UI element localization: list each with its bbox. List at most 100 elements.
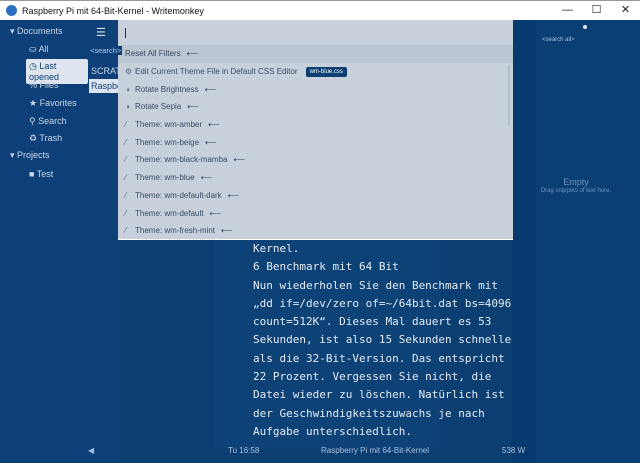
app-logo-icon: [6, 5, 17, 16]
palette-item-label: Rotate Sepia: [135, 102, 182, 112]
close-button[interactable]: ✕: [611, 1, 640, 20]
brush-icon: ⁄: [125, 226, 127, 236]
palette-item[interactable]: Reset All Filters ⟵: [118, 45, 513, 63]
arrow-left-icon: ⟵: [187, 102, 199, 112]
sidebar-item-favorites[interactable]: ★ Favorites: [26, 96, 80, 111]
palette-item-label: Theme: wm-beige: [135, 137, 200, 147]
brush-icon: ⁄: [125, 120, 127, 130]
text-line: Nun wiederholen Sie den Benchmark mit: [253, 278, 499, 292]
palette-item-label: Theme: wm-default: [135, 208, 204, 218]
file-item[interactable]: Raspberry: [89, 79, 118, 93]
contrast-icon: ◑: [125, 84, 130, 94]
command-palette: Reset All Filters ⟵ ⚙ Edit Current Theme Fi…: [118, 20, 513, 240]
editor-text[interactable]: Kernel. 6 Benchmark mit 64 Bit Nun wiederh…: [253, 240, 518, 441]
file-list: SCRATCH Raspberry: [88, 20, 118, 463]
text-line: 6 Benchmark mit 64 Bit: [253, 260, 399, 274]
project-item-test[interactable]: ■ Test: [26, 167, 56, 181]
arrow-left-icon: ⟵: [209, 208, 221, 218]
label: Files: [39, 80, 59, 90]
palette-item[interactable]: ⁄ Theme: wm-black-mamba ⟵: [118, 151, 513, 169]
back-button[interactable]: ◀: [88, 446, 94, 455]
palette-item[interactable]: ⁄ Theme: wm-blue ⟵: [118, 169, 513, 187]
list-menu-icon[interactable]: ☰: [96, 26, 106, 39]
arrow-left-icon: ⟵: [221, 226, 233, 236]
theme-file-badge: wm-blue.css: [305, 66, 347, 77]
recycle-icon: ♻: [29, 133, 38, 143]
palette-item-label: Theme: wm-fresh-mint: [135, 226, 216, 236]
sidebar: ▾ Documents ⛀ All ◷ Last opened % Files …: [0, 20, 88, 463]
brush-icon: ⁄: [125, 137, 127, 147]
arrow-left-icon: ⟵: [186, 49, 199, 59]
label: Search: [38, 116, 67, 126]
empty-hint: Drag snippets of text here.: [540, 188, 612, 194]
search-icon: ⚲: [29, 116, 36, 126]
paperclip-icon: %: [29, 80, 38, 90]
label: Favorites: [39, 98, 77, 108]
status-time: Tu 16:58: [228, 446, 260, 455]
palette-item-label: Theme: wm-amber: [135, 120, 203, 130]
status-word-count: 538 W: [502, 446, 526, 455]
contrast-icon: ◑: [125, 102, 130, 112]
documents-label: Documents: [17, 26, 63, 36]
arrow-left-icon: ⟵: [200, 173, 213, 183]
inbox-icon: ⛀: [29, 44, 37, 54]
palette-item-label: Theme: wm-blue: [135, 173, 195, 183]
text-line: als die 32-Bit-Version. Das entspricht: [253, 351, 505, 365]
arrow-left-icon: ⟵: [208, 120, 220, 130]
sidebar-item-all[interactable]: ⛀ All: [26, 42, 52, 57]
sidebar-item-files[interactable]: % Files: [26, 78, 62, 92]
text-line: „dd if=/dev/zero of=~/64bit.dat bs=4096: [253, 296, 512, 310]
palette-item[interactable]: ⚙ Edit Current Theme File in Default CSS …: [118, 63, 513, 81]
text-line: Kernel.: [253, 242, 300, 255]
group-label: SCRATCH: [91, 66, 118, 76]
brush-icon: ⁄: [125, 190, 127, 200]
text-line: der Geschwindigkeitszuwachs je nach: [253, 406, 485, 420]
text-line: count=512K“. Dieses Mal dauert es 53: [253, 315, 492, 329]
projects-label: Projects: [17, 150, 50, 160]
label: Test: [36, 169, 54, 179]
arrow-left-icon: ⟵: [233, 155, 245, 165]
clock-icon: ◷: [29, 61, 37, 71]
sidebar-item-trash[interactable]: ♻ Trash: [26, 131, 65, 146]
palette-item[interactable]: ◑ Rotate Brightness ⟵: [118, 80, 513, 98]
folder-icon: ■: [29, 169, 35, 179]
label: Trash: [39, 133, 63, 143]
command-input[interactable]: [118, 20, 513, 45]
text-line: Datei wieder zu löschen. Natürlich ist: [253, 388, 505, 402]
palette-item[interactable]: ⁄ Theme: wm-default ⟵: [118, 204, 513, 222]
palette-item[interactable]: ⁄ Theme: wm-fresh-mint ⟵: [118, 222, 513, 240]
projects-section[interactable]: ▾ Projects: [10, 150, 50, 161]
scrollbar[interactable]: [508, 65, 510, 125]
sidebar-item-search[interactable]: ⚲ Search: [26, 114, 70, 129]
maximize-button[interactable]: ☐: [582, 1, 611, 20]
documents-section[interactable]: ▾ Documents: [10, 26, 63, 37]
arrow-left-icon: ⟵: [204, 84, 217, 94]
palette-item[interactable]: ⁄ Theme: wm-amber ⟵: [118, 116, 513, 134]
palette-item-label: Rotate Brightness: [135, 84, 199, 94]
arrow-left-icon: ⟵: [227, 190, 240, 200]
window-title: Raspberry Pi mit 64-Bit-Kernel - Writemo…: [22, 5, 204, 16]
brush-icon: ⁄: [125, 208, 127, 218]
palette-item[interactable]: ◑ Rotate Sepia ⟵: [118, 98, 513, 116]
palette-item-label: Edit Current Theme File in Default CSS E…: [135, 67, 298, 77]
gear-icon: ⚙: [125, 67, 133, 77]
label: All: [38, 44, 49, 54]
text-line: 22 Prozent. Vergessen Sie nicht, die: [253, 370, 492, 384]
empty-label: Empty: [563, 177, 589, 187]
brush-icon: ⁄: [125, 155, 127, 165]
palette-item[interactable]: ⁄ Theme: wm-beige ⟵: [118, 133, 513, 151]
brush-icon: ⁄: [125, 173, 127, 183]
search-all-input[interactable]: <search all>: [542, 37, 575, 43]
file-search[interactable]: <search>: [89, 46, 123, 55]
snippets-panel: <search all> Empty Drag snippets of text…: [512, 20, 640, 463]
arrow-left-icon: ⟵: [205, 137, 217, 147]
dot-indicator[interactable]: [583, 25, 587, 29]
star-icon: ★: [29, 98, 38, 108]
palette-item-label: Reset All Filters: [125, 49, 181, 59]
palette-item-label: Theme: wm-black-mamba: [135, 155, 228, 165]
minimize-button[interactable]: —: [553, 1, 582, 20]
text-line: Aufgabe unterschiedlich.: [253, 424, 412, 438]
palette-item[interactable]: ⁄ Theme: wm-default-dark ⟵: [118, 187, 513, 205]
palette-item-label: Theme: wm-default-dark: [135, 190, 222, 200]
text-line: Sekunden, ist also 15 Sekunden schneller: [253, 333, 518, 347]
